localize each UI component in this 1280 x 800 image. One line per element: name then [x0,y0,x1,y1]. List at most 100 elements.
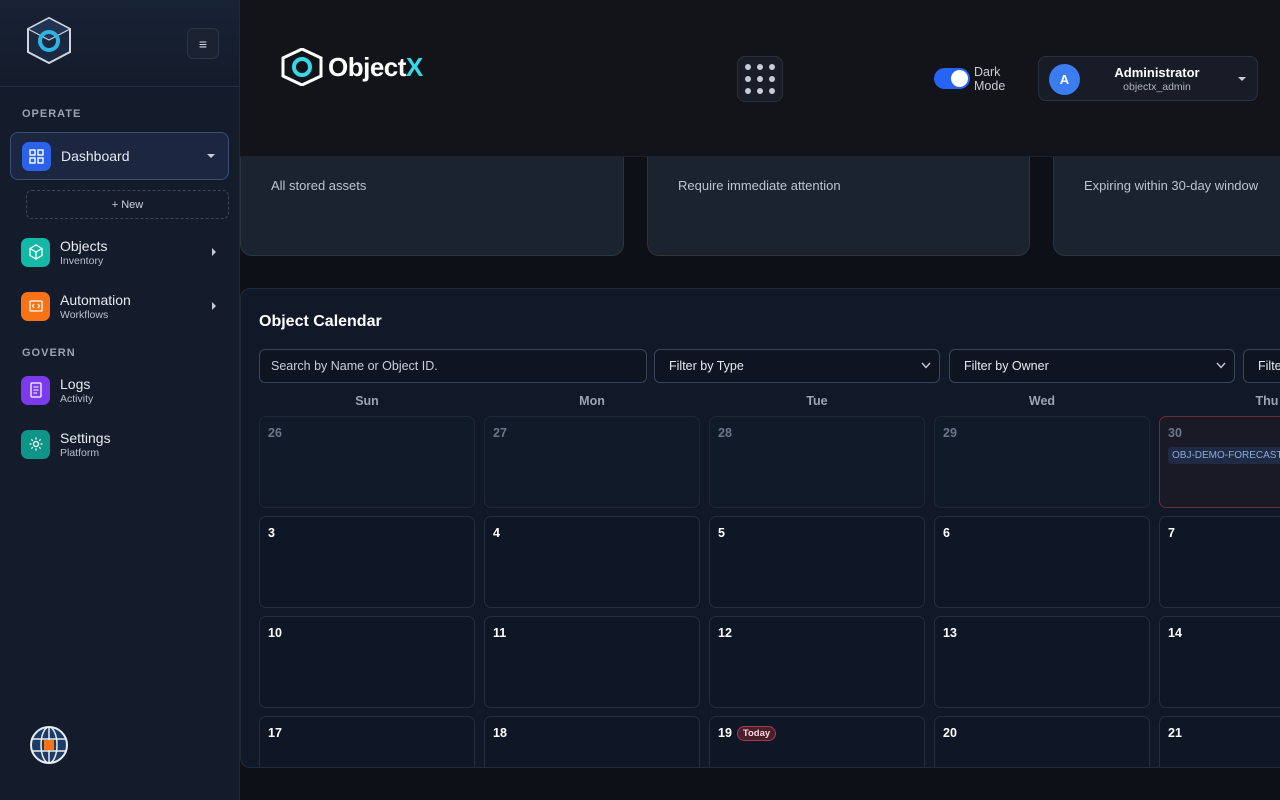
calendar-day[interactable]: 29 [934,416,1150,508]
filter-label: Filter by Owner [964,359,1049,373]
filter-third-select[interactable]: Filter [1243,349,1280,383]
day-number: 3 [268,526,275,540]
sidebar-item-label: Objects [60,237,108,254]
filter-label: Filter [1258,359,1280,373]
chevron-down-icon [207,154,215,158]
menu-toggle-button[interactable]: ≡ [187,28,219,59]
day-number: 14 [1168,626,1182,640]
apps-dot [745,88,751,94]
calendar-day[interactable]: 4 [484,516,700,608]
document-icon [21,375,50,405]
sidebar-item-label: Automation [60,291,131,308]
logo-icon [26,16,72,64]
calendar-day[interactable]: 5 [709,516,925,608]
weekday-header: Wed [1028,394,1056,408]
globe-icon[interactable] [29,725,69,765]
top-header: ObjectX Dark Mode A Administrator object… [240,0,1280,157]
calendar-day[interactable]: 14 [1159,616,1280,708]
day-number: 21 [1168,726,1182,740]
brand-name-accent: X [405,51,423,82]
new-dashboard-button[interactable]: + New [26,190,229,219]
sidebar-item-sublabel: Activity [60,392,94,405]
user-name: Administrator [1114,65,1200,80]
object-calendar-panel: Object Calendar Search by Name or Object… [240,288,1280,768]
day-number: 11 [493,626,507,640]
day-number-today: 19 Today [718,726,777,741]
apps-dot [757,88,763,94]
weekday-header: Thu [1255,394,1279,408]
stat-card-caption: Expiring within 30-day window [1084,178,1259,193]
day-number: 6 [943,526,950,540]
calendar-day[interactable]: 11 [484,616,700,708]
calendar-day[interactable]: 20 [934,716,1150,767]
brand-hexagon-icon [281,48,323,86]
calendar-day[interactable]: 26 [259,416,475,508]
menu-icon: ≡ [198,35,208,52]
calendar-day[interactable]: 27 [484,416,700,508]
filter-by-owner-select[interactable]: Filter by Owner [949,349,1235,383]
sidebar-header: ≡ [0,0,239,87]
day-number: 13 [943,626,957,640]
calendar-event[interactable]: OBJ-DEMO-FORECAST [1168,447,1280,464]
day-number: 5 [718,526,725,540]
day-number: 4 [493,526,500,540]
apps-grid-button[interactable] [737,56,783,102]
calendar-day[interactable]: 3 [259,516,475,608]
brand-name-main: Object [328,51,406,82]
day-number: 12 [718,626,732,640]
calendar-day[interactable]: 12 [709,616,925,708]
section-label-operate: OPERATE [22,108,82,120]
sidebar: ≡ OPERATE Dashboard + New Objects Invento… [0,0,240,800]
filter-by-type-select[interactable]: Filter by Type [654,349,940,383]
calendar-day[interactable]: 13 [934,616,1150,708]
stat-card-caption: All stored assets [271,178,367,193]
chevron-down-icon [921,362,931,369]
calendar-day[interactable]: 7 [1159,516,1280,608]
chevron-down-icon [1238,77,1246,81]
chevron-right-icon [212,248,216,256]
sidebar-item-sublabel: Inventory [60,254,104,267]
sidebar-item-automation[interactable]: Automation Workflows [10,282,229,330]
sidebar-item-label: Dashboard [61,148,130,164]
calendar-day[interactable]: 6 [934,516,1150,608]
dark-mode-label: Dark Mode [974,65,1006,93]
day-number: 26 [268,426,282,440]
sidebar-item-settings[interactable]: Settings Platform [10,420,229,468]
user-handle: objectx_admin [1123,81,1191,93]
brand-logo[interactable]: ObjectX [280,48,423,86]
sidebar-item-dashboard[interactable]: Dashboard [10,132,229,180]
weekday-header: Tue [806,394,828,408]
cube-icon [21,237,50,267]
search-input[interactable]: Search by Name or Object ID. [259,349,647,383]
day-number: 27 [493,426,507,440]
calendar-day[interactable]: 28 [709,416,925,508]
sidebar-item-logs[interactable]: Logs Activity [10,366,229,414]
calendar-day[interactable]: 21 [1159,716,1280,767]
sidebar-item-objects[interactable]: Objects Inventory [10,228,229,276]
apps-dot [769,76,775,82]
weekday-header: Sun [355,394,379,408]
apps-dot [769,64,775,70]
apps-dot [769,88,775,94]
filter-label: Filter by Type [669,359,744,373]
calendar-day[interactable]: 30 OBJ-DEMO-FORECAST [1159,416,1280,508]
day-number: 10 [268,626,282,640]
avatar: A [1049,64,1080,95]
sidebar-item-sublabel: Platform [60,446,100,459]
dark-mode-toggle[interactable] [934,68,970,89]
section-label-govern: GOVERN [22,347,76,359]
dashboard-icon [22,141,51,171]
brand-name: ObjectX [328,52,423,83]
calendar-day[interactable]: 10 [259,616,475,708]
apps-dot [745,64,751,70]
user-menu[interactable]: A Administrator objectx_admin [1038,56,1258,101]
calendar-day-today[interactable]: 19 Today [709,716,925,767]
day-number: 7 [1168,526,1175,540]
today-badge: Today [736,726,777,741]
day-number: 17 [268,726,282,740]
chevron-right-icon [212,302,216,310]
toggle-knob [951,70,968,87]
calendar-day[interactable]: 17 [259,716,475,767]
calendar-day[interactable]: 18 [484,716,700,767]
sidebar-item-label: Settings [60,429,111,446]
